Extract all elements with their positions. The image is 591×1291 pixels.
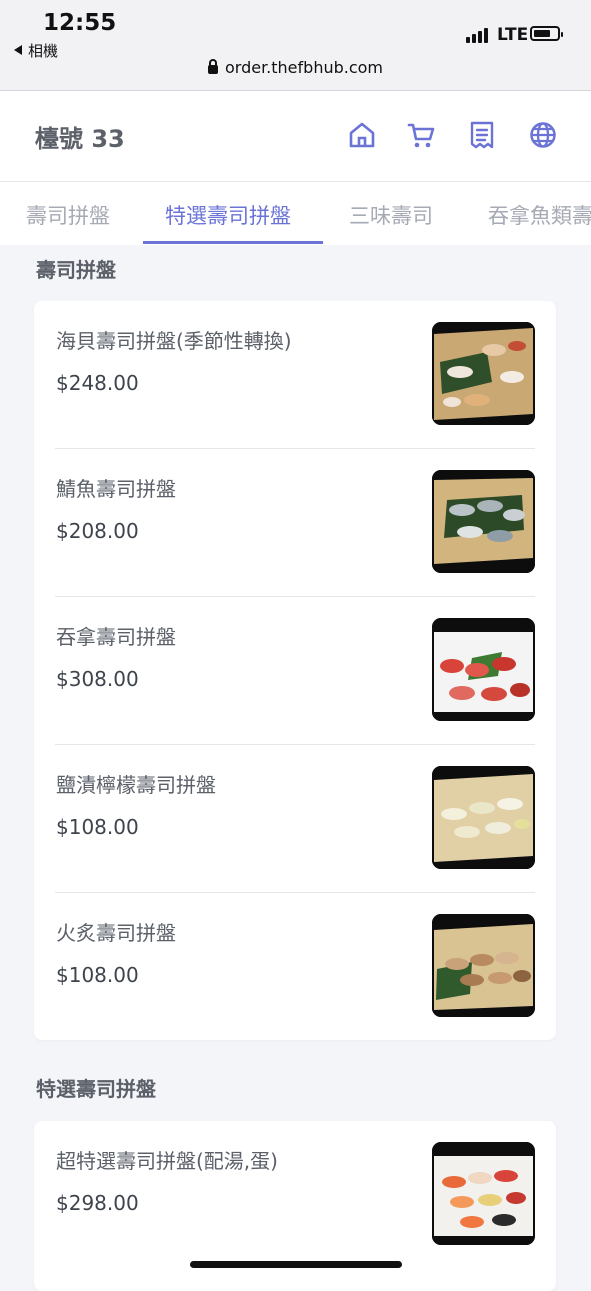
item-photo[interactable] bbox=[432, 1142, 535, 1245]
item-photo[interactable] bbox=[432, 470, 535, 573]
lock-icon bbox=[207, 59, 218, 74]
home-indicator[interactable] bbox=[190, 1261, 402, 1268]
item-price: $108.00 bbox=[56, 815, 139, 839]
active-tab-indicator bbox=[143, 241, 323, 244]
category-tabs: 壽司拼盤 特選壽司拼盤 三味壽司 吞拿魚類壽 bbox=[0, 182, 591, 245]
menu-item[interactable]: 吞拿壽司拼盤 $308.00 bbox=[55, 596, 535, 744]
signal-icon bbox=[466, 27, 494, 43]
menu-item[interactable]: 火炙壽司拼盤 $108.00 bbox=[55, 892, 535, 1040]
tab-sushi-platter[interactable]: 壽司拼盤 bbox=[26, 200, 110, 230]
item-name: 火炙壽司拼盤 bbox=[56, 921, 176, 945]
item-name: 鯖魚壽司拼盤 bbox=[56, 477, 176, 501]
section-title: 壽司拼盤 bbox=[36, 258, 116, 282]
menu-item[interactable]: 超特選壽司拼盤(配湯,蛋) $298.00 bbox=[55, 1121, 535, 1268]
item-name: 鹽漬檸檬壽司拼盤 bbox=[56, 773, 216, 797]
battery-icon bbox=[530, 26, 563, 41]
item-price: $248.00 bbox=[56, 371, 139, 395]
menu-section-card: 海貝壽司拼盤(季節性轉換) $248.00 鯖魚壽司拼盤 $208.00 吞拿壽… bbox=[34, 301, 556, 1040]
url-text: order.thefbhub.com bbox=[224, 58, 384, 77]
url-bar[interactable]: order.thefbhub.com bbox=[0, 58, 591, 77]
item-price: $208.00 bbox=[56, 519, 139, 543]
network-label: LTE bbox=[497, 25, 529, 45]
menu-item[interactable]: 海貝壽司拼盤(季節性轉換) $248.00 bbox=[55, 301, 535, 448]
item-name: 超特選壽司拼盤(配湯,蛋) bbox=[56, 1149, 278, 1173]
tab-premium-sushi-platter[interactable]: 特選壽司拼盤 bbox=[165, 200, 291, 230]
home-icon[interactable] bbox=[347, 120, 377, 150]
tab-tuna-sushi[interactable]: 吞拿魚類壽 bbox=[488, 200, 591, 230]
menu-item[interactable]: 鯖魚壽司拼盤 $208.00 bbox=[55, 448, 535, 596]
status-time: 12:55 bbox=[43, 10, 117, 36]
menu-item[interactable]: 鹽漬檸檬壽司拼盤 $108.00 bbox=[55, 744, 535, 892]
cart-icon[interactable] bbox=[406, 120, 436, 150]
item-name: 海貝壽司拼盤(季節性轉換) bbox=[56, 329, 292, 353]
table-number: 檯號 33 bbox=[35, 125, 125, 153]
back-arrow-icon bbox=[14, 45, 22, 55]
app-header: 檯號 33 bbox=[0, 91, 591, 182]
item-name: 吞拿壽司拼盤 bbox=[56, 625, 176, 649]
receipt-icon[interactable] bbox=[467, 120, 497, 150]
item-photo[interactable] bbox=[432, 618, 535, 721]
section-title: 特選壽司拼盤 bbox=[36, 1077, 156, 1101]
tab-three-flavor-sushi[interactable]: 三味壽司 bbox=[349, 200, 433, 230]
item-price: $108.00 bbox=[56, 963, 139, 987]
item-price: $308.00 bbox=[56, 667, 139, 691]
globe-icon[interactable] bbox=[528, 120, 558, 150]
status-bar: 12:55 相機 LTE order.thefbhub.com bbox=[0, 0, 591, 91]
item-price: $298.00 bbox=[56, 1191, 139, 1215]
item-photo[interactable] bbox=[432, 322, 535, 425]
item-photo[interactable] bbox=[432, 766, 535, 869]
item-photo[interactable] bbox=[432, 914, 535, 1017]
